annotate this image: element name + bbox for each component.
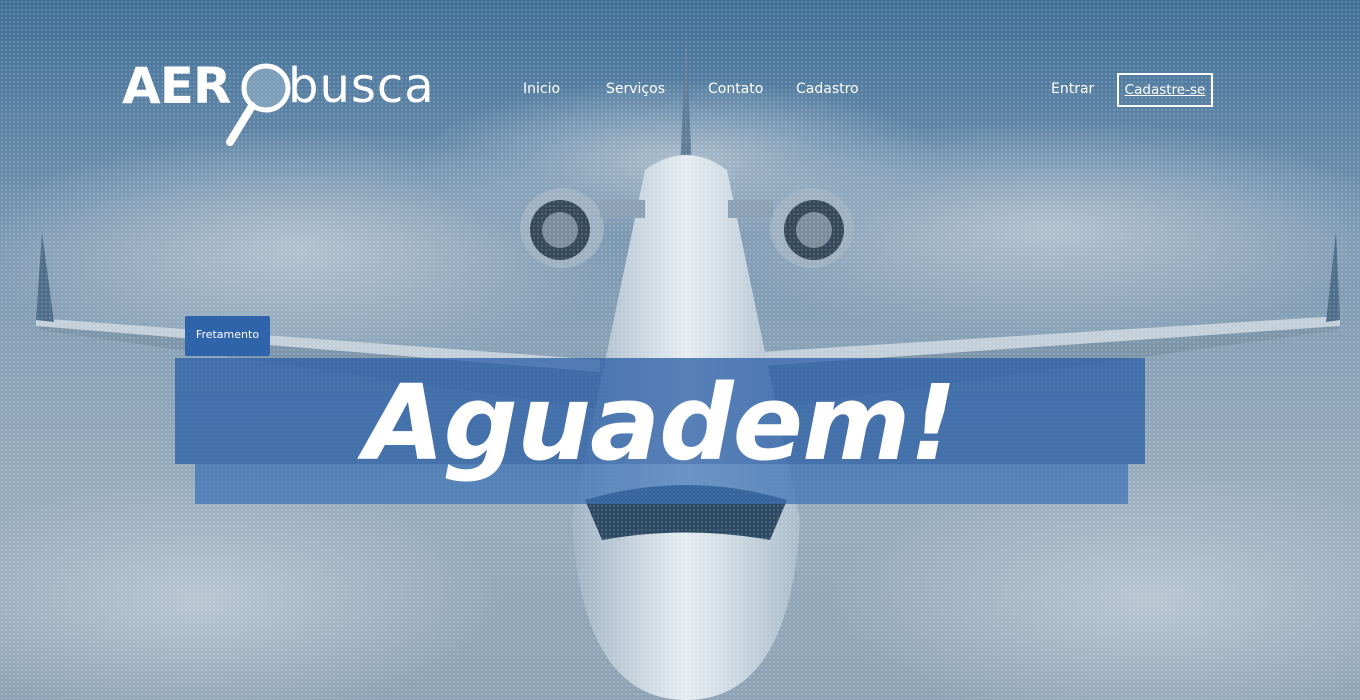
nav-link-cadastro[interactable]: Cadastro bbox=[796, 80, 859, 98]
hero-headline: Aguadem! bbox=[364, 362, 957, 484]
logo-text-bold: AER bbox=[122, 57, 231, 115]
aerobusca-logo[interactable]: AER busca bbox=[120, 56, 450, 152]
nav-link-servicos[interactable]: Serviços bbox=[606, 80, 665, 98]
logo-text-light: busca bbox=[288, 58, 435, 114]
nav-link-inicio[interactable]: Inicio bbox=[523, 80, 560, 98]
site-header: AER busca Inicio Serviços Contato Cadast… bbox=[0, 0, 1360, 150]
login-link[interactable]: Entrar bbox=[1051, 80, 1094, 98]
nav-link-contato[interactable]: Contato bbox=[708, 80, 763, 98]
signup-button[interactable]: Cadastre-se bbox=[1117, 73, 1213, 107]
category-badge[interactable]: Fretamento bbox=[185, 316, 270, 356]
